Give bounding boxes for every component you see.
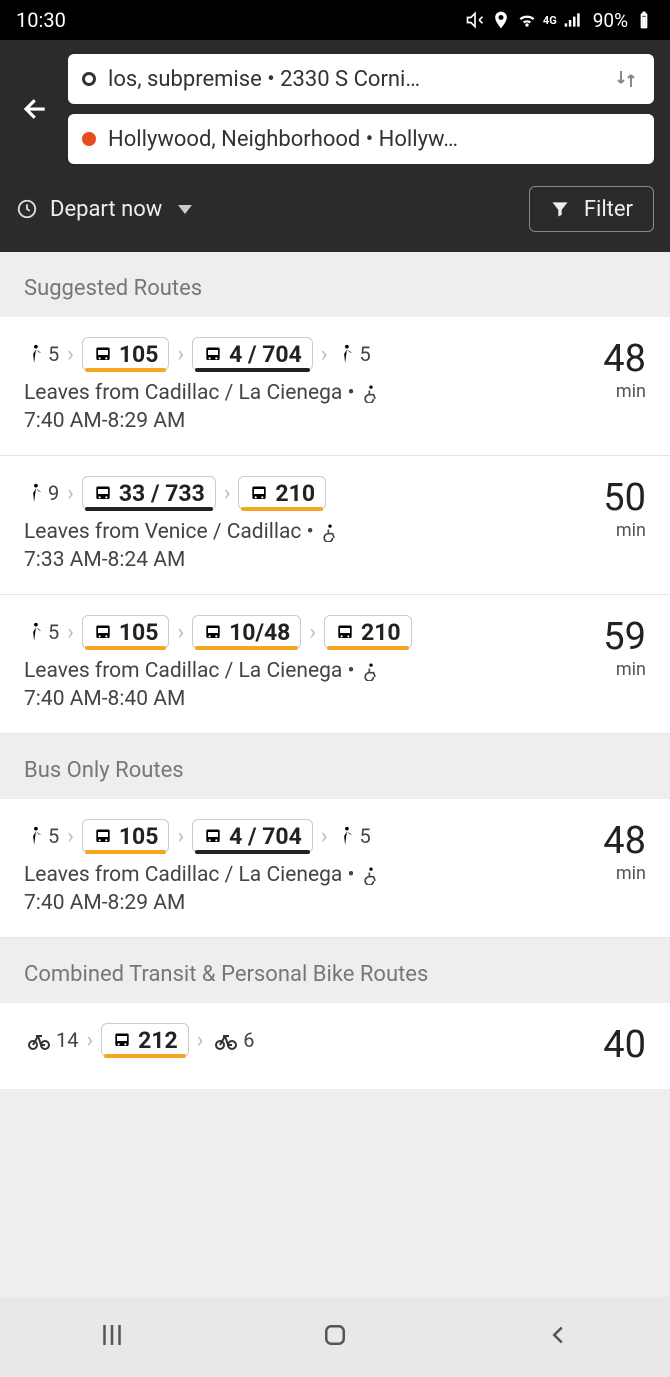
status-icons: 4G 90% — [465, 9, 654, 32]
chevron-right-icon: › — [309, 620, 316, 645]
wheelchair-icon — [361, 865, 381, 885]
wheelchair-icon — [361, 661, 381, 681]
route-desc: Leaves from Venice / Cadillac • — [24, 520, 314, 544]
bus-chip: 10/48 — [192, 615, 301, 649]
bus-icon — [203, 345, 223, 365]
route-time: 7:33 AM-8:24 AM — [24, 548, 560, 572]
wheelchair-icon — [361, 383, 381, 403]
depart-time-button[interactable]: Depart now — [50, 197, 517, 222]
chevron-right-icon: › — [67, 620, 74, 645]
filter-button[interactable]: Filter — [529, 186, 654, 232]
chevron-right-icon: › — [321, 342, 328, 367]
walk-icon — [335, 340, 357, 368]
clock-icon — [16, 198, 38, 220]
bus-icon — [203, 623, 223, 643]
depart-label: Depart now — [50, 197, 162, 222]
recents-button[interactable] — [97, 1320, 127, 1354]
section-header-busonly: Bus Only Routes — [0, 734, 670, 799]
bus-chip: 33 / 733 — [82, 476, 216, 510]
bus-chip: 105 — [82, 337, 170, 371]
android-nav-bar — [0, 1297, 670, 1377]
wifi-icon — [517, 10, 537, 30]
origin-text: los, subpremise • 2330 S Corni… — [108, 67, 594, 92]
route-time: 7:40 AM-8:40 AM — [24, 687, 560, 711]
bus-icon — [93, 827, 113, 847]
chevron-right-icon: › — [67, 481, 74, 506]
status-bar: 10:30 4G 90% — [0, 0, 670, 40]
route-duration: 48min — [576, 819, 646, 915]
chevron-right-icon: › — [177, 824, 184, 849]
route-desc: Leaves from Cadillac / La Cienega • — [24, 863, 355, 887]
chevron-right-icon: › — [321, 824, 328, 849]
route-time: 7:40 AM-8:29 AM — [24, 409, 560, 433]
chevron-down-icon — [178, 205, 192, 214]
route-duration: 59min — [576, 615, 646, 711]
destination-text: Hollywood, Neighborhood • Hollyw… — [108, 127, 640, 152]
status-time: 10:30 — [16, 8, 465, 32]
chevron-right-icon: › — [177, 342, 184, 367]
route-item[interactable]: 5 › 105 › 4 / 704 › 5 Leaves from Cadill… — [0, 799, 670, 938]
bus-icon — [203, 827, 223, 847]
route-desc: Leaves from Cadillac / La Cienega • — [24, 381, 355, 405]
location-icon — [491, 10, 511, 30]
battery-icon — [634, 10, 654, 30]
chevron-right-icon: › — [177, 620, 184, 645]
bus-icon — [335, 623, 355, 643]
route-item[interactable]: 9 › 33 / 733 › 210 Leaves from Venice / … — [0, 456, 670, 595]
bike-icon — [24, 1028, 54, 1052]
bus-chip: 105 — [82, 819, 170, 853]
section-header-combined: Combined Transit & Personal Bike Routes — [0, 938, 670, 1003]
route-item[interactable]: 5 › 105 › 4 / 704 › 5 Leaves from Cadill… — [0, 317, 670, 456]
route-duration: 48min — [576, 337, 646, 433]
home-button[interactable] — [320, 1320, 350, 1354]
walk-icon — [24, 340, 46, 368]
walk-icon — [24, 822, 46, 850]
bus-chip: 105 — [82, 615, 170, 649]
bus-icon — [249, 484, 269, 504]
bus-icon — [93, 484, 113, 504]
bus-icon — [93, 345, 113, 365]
chevron-right-icon: › — [67, 342, 74, 367]
route-desc: Leaves from Cadillac / La Cienega • — [24, 659, 355, 683]
route-item[interactable]: 14 › 212 › 6 40 — [0, 1003, 670, 1089]
bus-chip: 212 — [101, 1023, 189, 1057]
filter-icon — [550, 199, 570, 219]
network-4g-icon: 4G — [543, 14, 557, 27]
mute-icon — [465, 10, 485, 30]
battery-percent: 90% — [593, 9, 628, 32]
section-header-suggested: Suggested Routes — [0, 252, 670, 317]
signal-icon — [563, 10, 583, 30]
walk-icon — [24, 618, 46, 646]
walk-icon — [24, 479, 46, 507]
chevron-right-icon: › — [224, 481, 231, 506]
bike-icon — [211, 1028, 241, 1052]
chevron-right-icon: › — [86, 1028, 93, 1053]
bus-chip: 4 / 704 — [192, 337, 313, 371]
chevron-right-icon: › — [67, 824, 74, 849]
wheelchair-icon — [320, 522, 340, 542]
back-button[interactable] — [16, 89, 56, 129]
chevron-right-icon: › — [197, 1028, 204, 1053]
walk-icon — [335, 822, 357, 850]
bus-icon — [112, 1031, 132, 1051]
route-duration: 40 — [576, 1023, 646, 1067]
bus-chip: 210 — [324, 615, 412, 649]
route-duration: 50min — [576, 476, 646, 572]
bus-chip: 4 / 704 — [192, 819, 313, 853]
origin-dot-icon — [82, 72, 96, 86]
bus-chip: 210 — [238, 476, 326, 510]
bus-icon — [93, 623, 113, 643]
back-nav-button[interactable] — [543, 1320, 573, 1354]
destination-input[interactable]: Hollywood, Neighborhood • Hollyw… — [68, 114, 654, 164]
swap-button[interactable] — [612, 67, 640, 91]
directions-header: los, subpremise • 2330 S Corni… Hollywoo… — [0, 40, 670, 252]
origin-input[interactable]: los, subpremise • 2330 S Corni… — [68, 54, 654, 104]
route-time: 7:40 AM-8:29 AM — [24, 891, 560, 915]
destination-dot-icon — [82, 132, 96, 146]
filter-label: Filter — [584, 197, 633, 222]
route-item[interactable]: 5 › 105 › 10/48 › 210 Leaves from Cadill… — [0, 595, 670, 734]
